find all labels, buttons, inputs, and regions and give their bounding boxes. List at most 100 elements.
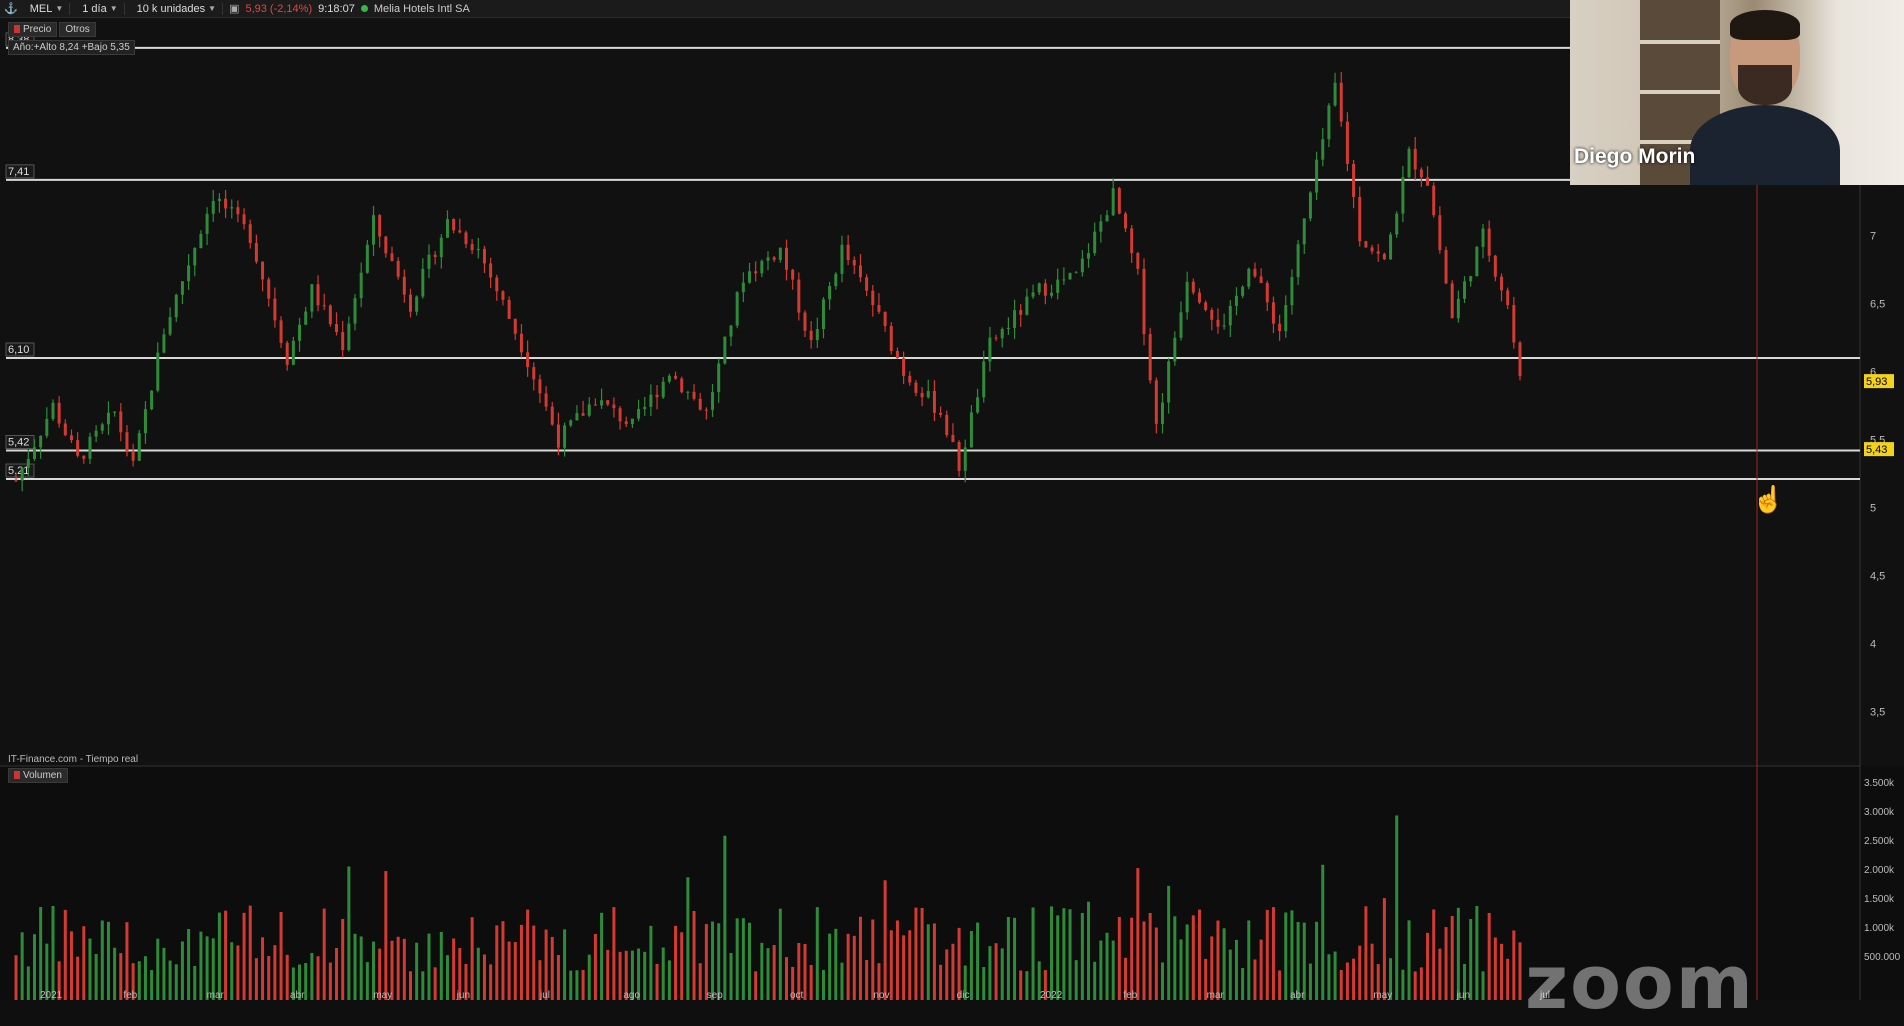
interval-dropdown[interactable]: 1 día ▼	[76, 2, 125, 15]
candle-body	[655, 394, 659, 398]
candle-body	[464, 232, 468, 245]
volume-bar	[113, 947, 117, 1000]
tab-others[interactable]: Otros	[59, 22, 96, 37]
price-badge-label: 5,93	[1866, 376, 1887, 388]
volume-bar	[32, 934, 36, 1000]
candle-body	[920, 392, 924, 398]
volume-bar	[1308, 963, 1312, 1000]
candle-body	[717, 363, 721, 393]
candle-body	[137, 433, 141, 461]
candle-body	[1444, 250, 1448, 284]
volume-bar	[1395, 815, 1399, 1000]
volume-bar	[951, 943, 955, 1000]
units-label: 10 k unidades	[136, 2, 206, 15]
volume-bar	[994, 943, 998, 1000]
candle-body	[1062, 279, 1066, 281]
volume-bar	[1117, 916, 1121, 1000]
candle-body	[507, 299, 511, 319]
volume-bar	[908, 930, 912, 1000]
volume-bar	[1339, 969, 1343, 1000]
volume-bar	[902, 935, 906, 1000]
volume-bar	[39, 907, 43, 1000]
candle-body	[1512, 305, 1516, 343]
presenter-name: Diego Morin	[1574, 145, 1696, 168]
candle-body	[224, 198, 228, 209]
volume-bar	[150, 970, 154, 1000]
volume-bar	[1173, 916, 1177, 1000]
candle-body	[69, 435, 73, 441]
presenter-figure	[1690, 10, 1840, 185]
candle-body	[1037, 283, 1041, 293]
volume-bar	[858, 916, 862, 1000]
volume-bar	[168, 960, 172, 1000]
volume-bar	[1500, 943, 1504, 1000]
volume-bar	[174, 964, 178, 1000]
candle-body	[1031, 292, 1035, 297]
candle-body	[427, 254, 431, 269]
candle-body	[593, 404, 597, 406]
candle-body	[452, 219, 456, 231]
candle-body	[217, 198, 221, 201]
info-icon[interactable]: ▣	[229, 2, 239, 15]
candle-body	[180, 281, 184, 295]
symbol-dropdown[interactable]: MEL ▼	[24, 2, 71, 15]
volume-bar	[187, 928, 191, 1000]
volume-bar	[439, 931, 443, 1000]
menu-icon[interactable]: ⚓	[4, 2, 18, 15]
candle-body	[1099, 221, 1103, 232]
candle-body	[39, 435, 43, 448]
volume-bar	[248, 905, 252, 1000]
volume-bar	[495, 925, 499, 1000]
candle-body	[932, 390, 936, 413]
volume-bar	[63, 909, 67, 1000]
candle-body	[926, 390, 930, 398]
candle-body	[199, 233, 203, 249]
candle-body	[618, 408, 622, 422]
volume-tick-label: 3.500k	[1864, 778, 1895, 789]
volume-bar	[760, 942, 764, 1000]
volume-bar	[507, 941, 511, 1000]
volume-bar	[1475, 905, 1479, 1000]
volume-bar	[1506, 958, 1510, 1000]
units-dropdown[interactable]: 10 k unidades ▼	[131, 2, 224, 15]
candle-body	[45, 418, 49, 436]
volume-bar	[686, 877, 690, 1000]
tab-volume[interactable]: Volumen	[8, 768, 68, 783]
x-tick-label: feb	[1123, 990, 1137, 1000]
volume-bar	[143, 956, 147, 1000]
x-tick-label: sep	[707, 990, 724, 1000]
volume-bar	[119, 953, 123, 1000]
candle-body	[168, 317, 172, 335]
candle-body	[1438, 215, 1442, 251]
volume-bar	[1432, 909, 1436, 1000]
candle-body	[704, 409, 708, 411]
volume-bar	[519, 924, 523, 1000]
candle-body	[88, 436, 92, 459]
tab-price[interactable]: Precio	[8, 22, 58, 37]
volume-bar	[1031, 907, 1035, 1000]
tab-price-label: Precio	[23, 24, 52, 35]
candle-body	[1389, 234, 1393, 260]
candle-body	[322, 305, 326, 307]
volume-bar	[1167, 885, 1171, 1000]
candle-body	[1210, 310, 1214, 320]
candle-body	[889, 326, 893, 351]
volume-bar	[1130, 917, 1134, 1000]
candle-body	[94, 430, 98, 437]
candle-body	[809, 330, 813, 341]
volume-bar	[655, 963, 659, 1000]
volume-bar	[1013, 917, 1017, 1000]
volume-bar	[94, 953, 98, 1000]
volume-bar	[1407, 920, 1411, 1000]
volume-bar	[532, 925, 536, 1000]
tab-volume-label: Volumen	[23, 770, 62, 781]
volume-bar	[1136, 868, 1140, 1000]
candle-body	[1327, 105, 1331, 140]
candle-body	[784, 247, 788, 270]
volume-bar	[945, 949, 949, 1000]
volume-bar	[1493, 937, 1497, 1000]
candle-body	[1160, 402, 1164, 424]
candle-body	[1432, 185, 1436, 216]
candle-body	[612, 404, 616, 409]
candle-body	[1000, 329, 1004, 339]
